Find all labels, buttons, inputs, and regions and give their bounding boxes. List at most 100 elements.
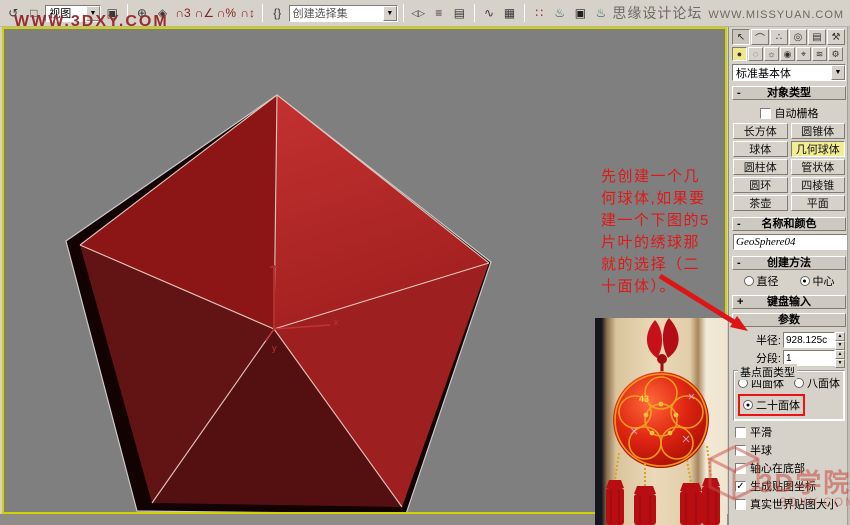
mirror-icon[interactable]: ◁▷ — [408, 3, 428, 23]
layers-icon[interactable]: ▤ — [450, 3, 469, 23]
hemisphere-row: 半球 — [735, 442, 845, 458]
angle-snap-icon[interactable]: ∩∠ — [194, 3, 215, 23]
rollout-name-color: - 名称和颜色 — [732, 217, 850, 252]
spinner-down-icon[interactable]: ▼ — [835, 341, 845, 350]
3dsmax-window: ↺ □ 视图 ▼ ▣ ⊕ ◈ ∩3 ∩∠ ∩% ∩↕ {} 创建选择集 ▼ ◁▷… — [0, 0, 850, 525]
spinner-up-icon[interactable]: ▲ — [835, 350, 845, 359]
annotation-line: 何球体,如果要 — [601, 190, 706, 207]
radio-octa[interactable]: 八面体 — [794, 375, 840, 391]
snap-toggle-3d-icon[interactable]: ∩3 — [173, 3, 193, 23]
category-geometry-icon[interactable]: ● — [732, 47, 747, 61]
ball-number: 43 — [639, 394, 649, 404]
base-face-type-group: 基点面类型 四面体 八面体 ● 二十面体 — [733, 364, 845, 421]
align-icon[interactable]: ≡ — [429, 3, 449, 23]
create-categories: ● ◌ ☼ ◉ ⌖ ≋ ⚙ — [732, 47, 846, 61]
smooth-checkbox[interactable] — [735, 426, 746, 438]
toolbar-divider — [473, 4, 475, 22]
category-systems-icon[interactable]: ⚙ — [828, 47, 843, 61]
tab-utilities[interactable]: ⚒ — [827, 29, 845, 45]
reference-photo: 43 — [595, 318, 727, 525]
spinner-down-icon[interactable]: ▼ — [835, 359, 845, 368]
radio-label: 八面体 — [807, 378, 840, 390]
primitive-buttons: 长方体 圆锥体 球体 几何球体 圆柱体 管状体 圆环 四棱锥 茶壶 平面 — [733, 123, 845, 211]
name-color-row — [733, 234, 850, 250]
button-cylinder[interactable]: 圆柱体 — [733, 159, 788, 175]
radio-icon[interactable]: ● — [799, 276, 810, 286]
rollout-title: 创建方法 — [767, 257, 811, 269]
category-shapes-icon[interactable]: ◌ — [748, 47, 763, 61]
quick-render-icon[interactable]: ♨ — [591, 3, 611, 23]
mapping-coords-row: ✓ 生成贴图坐标 — [735, 478, 845, 494]
button-tube[interactable]: 管状体 — [790, 159, 845, 175]
button-pyramid[interactable]: 四棱锥 — [790, 177, 845, 193]
category-lights-icon[interactable]: ☼ — [764, 47, 779, 61]
real-world-map-row: 真实世界贴图大小 — [735, 496, 845, 512]
mapping-coords-checkbox[interactable]: ✓ — [735, 480, 746, 492]
category-spacewarps-icon[interactable]: ≋ — [812, 47, 827, 61]
named-selection-sets-icon[interactable]: {} — [268, 3, 287, 23]
axis-y-label: y — [272, 343, 277, 353]
annotation-arrow — [658, 273, 748, 331]
tab-hierarchy[interactable]: ∴ — [770, 29, 788, 45]
schematic-view-icon[interactable]: ▦ — [500, 3, 519, 23]
radio-center[interactable]: ● 中心 — [799, 273, 835, 289]
annotation-line: 片叶的绣球那 — [601, 234, 701, 251]
rollout-header-object-type[interactable]: - 对象类型 — [732, 86, 846, 100]
base-to-pivot-label: 轴心在底部 — [750, 463, 805, 475]
base-to-pivot-checkbox[interactable] — [735, 462, 746, 474]
radio-icon[interactable]: ● — [743, 400, 753, 410]
rollout-title: 名称和颜色 — [761, 218, 817, 230]
button-geosphere[interactable]: 几何球体 — [790, 141, 845, 157]
radio-label: 中心 — [812, 276, 835, 288]
tab-display[interactable]: ▤ — [808, 29, 826, 45]
real-world-map-checkbox[interactable] — [735, 498, 746, 510]
collapse-icon: - — [737, 218, 741, 230]
object-name-input[interactable] — [733, 234, 850, 250]
rollout-parameters: - 参数 半径: 928.125c ▲ ▼ 分段: — [732, 313, 846, 516]
rendered-frame-icon[interactable]: ▣ — [571, 3, 590, 23]
category-helpers-icon[interactable]: ⌖ — [796, 47, 811, 61]
autogrid-checkbox[interactable] — [759, 107, 771, 119]
button-plane[interactable]: 平面 — [790, 195, 845, 211]
rollout-header-name-color[interactable]: - 名称和颜色 — [732, 217, 846, 231]
percent-snap-icon[interactable]: ∩% — [216, 3, 237, 23]
smooth-row: 平滑 — [735, 424, 845, 440]
chevron-down-icon[interactable]: ▼ — [382, 5, 397, 21]
axis-x-label: x — [334, 317, 339, 327]
chevron-down-icon[interactable]: ▼ — [831, 65, 845, 80]
radio-icosa[interactable]: ● 二十面体 — [743, 397, 800, 413]
button-cone[interactable]: 圆锥体 — [790, 123, 845, 139]
collapse-icon: - — [737, 87, 741, 99]
forum-url: WWW.MISSYUAN.COM — [708, 9, 845, 21]
rollout-title: 参数 — [778, 314, 800, 326]
radius-input[interactable]: 928.125c — [783, 332, 835, 348]
hemisphere-checkbox[interactable] — [735, 444, 746, 456]
spinner-snap-icon[interactable]: ∩↕ — [238, 3, 257, 23]
base-face-type-label: 基点面类型 — [738, 364, 797, 380]
command-panel-tabs: ↖ ⌒ ∴ ◎ ▤ ⚒ — [732, 29, 846, 45]
rollout-title: 对象类型 — [767, 87, 811, 99]
primitive-type-dropdown[interactable]: 标准基本体 ▼ — [732, 64, 846, 81]
render-setup-icon[interactable]: ♨ — [550, 3, 570, 23]
tutorial-highlight-box: ● 二十面体 — [738, 394, 805, 416]
tab-motion[interactable]: ◎ — [789, 29, 807, 45]
button-sphere[interactable]: 球体 — [733, 141, 788, 157]
spinner-up-icon[interactable]: ▲ — [835, 332, 845, 341]
material-editor-icon[interactable]: ∷ — [529, 3, 549, 23]
category-cameras-icon[interactable]: ◉ — [780, 47, 795, 61]
annotation-line: 先创建一个几 — [601, 168, 701, 185]
autogrid-label: 自动栅格 — [774, 108, 819, 120]
rollout-title: 键盘输入 — [767, 296, 811, 308]
autogrid-row: 自动栅格 — [733, 105, 845, 121]
watermark-3dxy: WWW.3DXY.COM — [14, 13, 169, 30]
radio-label: 二十面体 — [756, 400, 800, 412]
button-teapot[interactable]: 茶壶 — [733, 195, 788, 211]
real-world-map-label: 真实世界贴图大小 — [750, 499, 838, 511]
button-box[interactable]: 长方体 — [733, 123, 788, 139]
curve-editor-icon[interactable]: ∿ — [479, 3, 499, 23]
named-selection-set-dropdown[interactable]: 创建选择集 ▼ — [288, 4, 398, 22]
tab-modify[interactable]: ⌒ — [751, 29, 769, 45]
tab-create[interactable]: ↖ — [732, 29, 750, 45]
toolbar-divider — [523, 4, 525, 22]
button-torus[interactable]: 圆环 — [733, 177, 788, 193]
